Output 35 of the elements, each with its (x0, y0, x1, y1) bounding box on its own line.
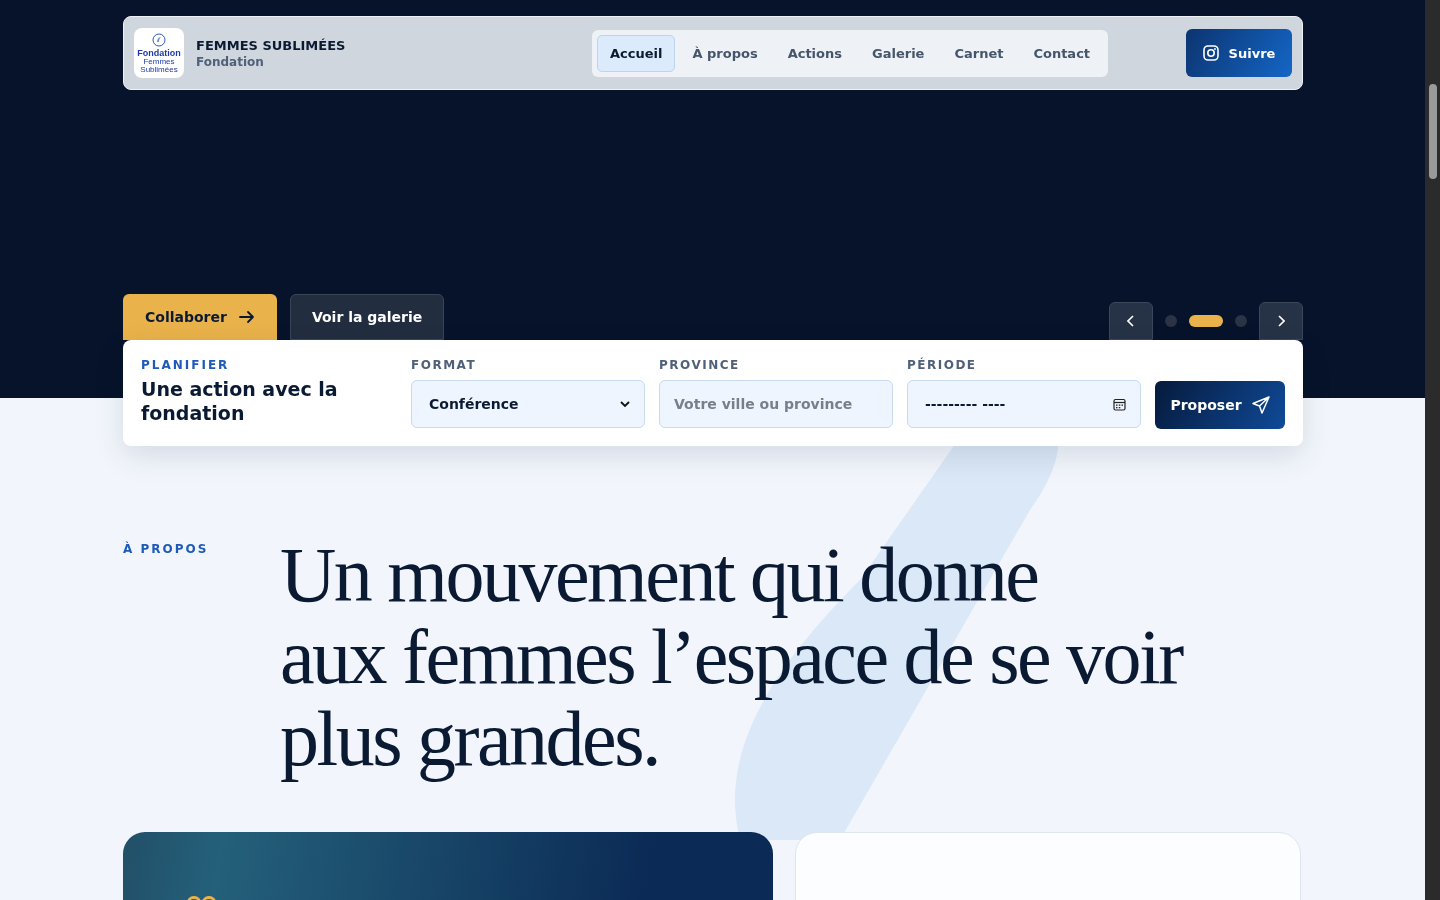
province-input[interactable]: Votre ville ou province (659, 380, 893, 428)
calendar-icon (1113, 397, 1126, 411)
nav-link[interactable]: Galerie (859, 34, 938, 72)
carousel-dot[interactable] (1235, 315, 1247, 327)
field-label: FORMAT (411, 358, 478, 372)
previous-button[interactable] (1109, 302, 1153, 340)
follow-button[interactable]: Suivre (1186, 29, 1292, 77)
scrollbar[interactable] (1425, 0, 1440, 900)
date-input[interactable]: --------- ---- (907, 380, 1141, 428)
planner-title: Une action avec la fondation (141, 377, 339, 425)
propose-button[interactable]: Proposer (1155, 381, 1285, 429)
instagram-icon (1202, 45, 1219, 61)
format-select[interactable]: Conférence (411, 380, 645, 428)
carousel-dot[interactable] (1165, 315, 1177, 327)
chevron-left-icon (1127, 315, 1135, 327)
planner-eyebrow: PLANIFIER (141, 358, 231, 372)
logo-icon[interactable]: Fondation Femmes Sublimées (134, 28, 184, 78)
section-eyebrow: À PROPOS (123, 540, 210, 558)
nav-link[interactable]: À propos (679, 34, 771, 72)
field-label: PÉRIODE (907, 358, 978, 372)
section-heading: Un mouvement qui donne aux femmes l’espace de se voir plus grandes. (280, 534, 1184, 780)
nav-link[interactable]: Carnet (941, 34, 1017, 72)
chevron-right-icon (1277, 315, 1285, 327)
field-label: PROVINCE (659, 358, 741, 372)
next-button[interactable] (1259, 302, 1303, 340)
send-icon (1251, 396, 1270, 414)
nav-link[interactable]: Accueil (596, 34, 676, 72)
arrow-right-icon (238, 310, 255, 324)
nav-link[interactable]: Actions (774, 34, 855, 72)
brand-name: FEMMES SUBLIMÉES (196, 37, 346, 53)
chevron-down-icon (620, 400, 630, 408)
nav-link[interactable]: Contact (1020, 34, 1104, 72)
gallery-button[interactable]: Voir la galerie (289, 294, 445, 340)
brand-subtitle: Fondation (196, 54, 265, 69)
collaborate-button[interactable]: Collaborer (123, 294, 277, 340)
